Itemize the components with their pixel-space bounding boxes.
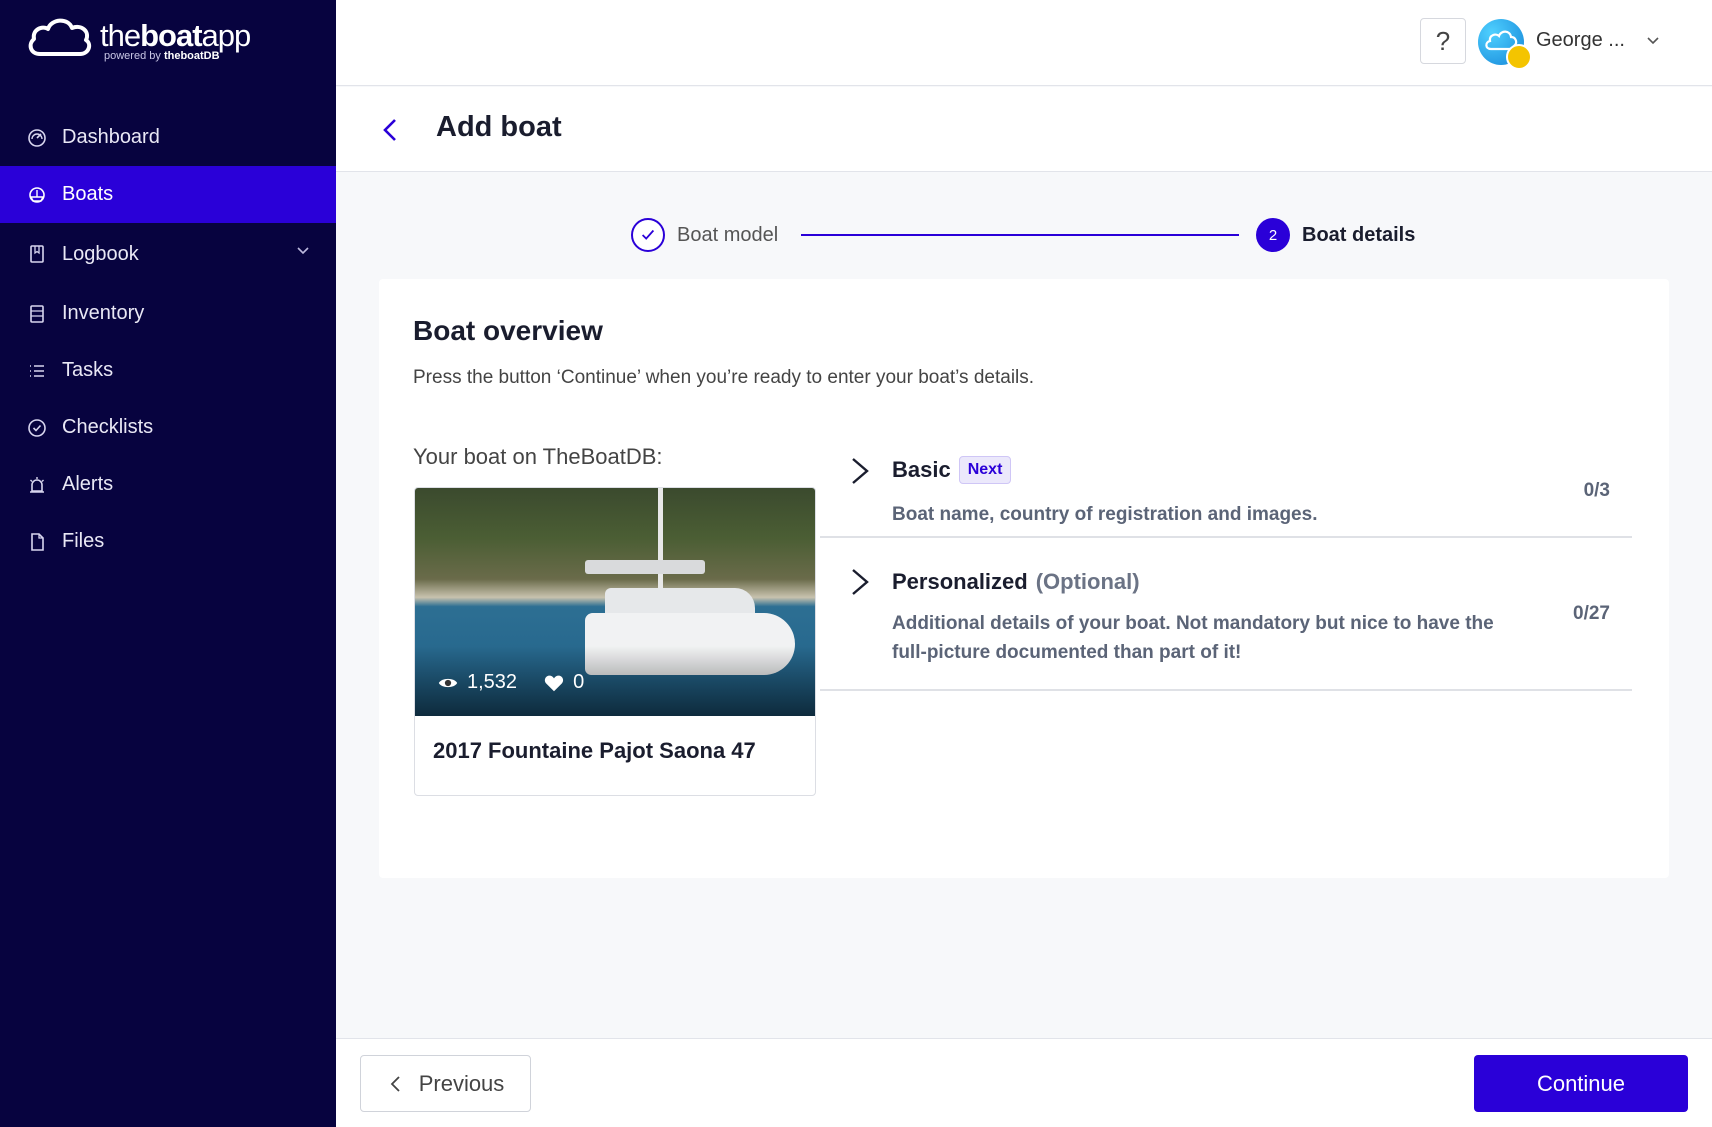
brand-name: theboatapp xyxy=(100,18,251,53)
sidebar-item-files[interactable]: Files xyxy=(0,513,336,570)
sidebar-item-label: Dashboard xyxy=(62,126,160,148)
inventory-icon xyxy=(27,304,47,324)
section-basic-count: 0/3 xyxy=(1583,480,1610,501)
chevron-right-icon[interactable] xyxy=(848,567,872,597)
sidebar-item-boats[interactable]: Boats xyxy=(0,166,336,223)
cloud-logo-icon xyxy=(28,18,92,56)
gauge-icon xyxy=(27,128,47,148)
section-personalized[interactable]: Personalized (Optional) Additional detai… xyxy=(820,541,1632,691)
boat-icon xyxy=(27,185,47,205)
stepper-connector xyxy=(801,234,1239,236)
boat-image: 1,532 0 xyxy=(415,488,815,716)
step-boat-details-label: Boat details xyxy=(1302,224,1416,246)
sidebar-item-alerts[interactable]: Alerts xyxy=(0,456,336,513)
file-icon xyxy=(27,532,47,552)
boat-name: 2017 Fountaine Pajot Saona 47 xyxy=(433,738,756,763)
user-name[interactable]: George ... xyxy=(1536,29,1625,52)
check-circle-icon xyxy=(27,418,47,438)
sidebar-nav: Dashboard Boats Logbook Inventory Tasks … xyxy=(0,109,336,570)
section-personalized-title: Personalized (Optional) xyxy=(892,569,1140,594)
overview-description: Press the button ‘Continue’ when you’re … xyxy=(413,367,1035,388)
heart-icon xyxy=(544,675,564,691)
sidebar-item-label: Tasks xyxy=(62,359,114,381)
chevron-down-icon[interactable] xyxy=(296,243,310,257)
avatar-badge xyxy=(1506,44,1532,70)
continue-button[interactable]: Continue xyxy=(1474,1055,1688,1112)
sidebar-item-dashboard[interactable]: Dashboard xyxy=(0,109,336,166)
views-count: 1,532 xyxy=(467,671,518,693)
sidebar-item-label: Checklists xyxy=(62,416,154,438)
help-button[interactable]: ? xyxy=(1420,18,1466,64)
page-title: Add boat xyxy=(436,111,562,143)
sidebar: theboatapp powered by theboatDB Dashboar… xyxy=(0,0,336,1127)
chevron-left-icon xyxy=(390,1075,400,1092)
boat-overview-card: Boat overview Press the button ‘Continue… xyxy=(379,279,1669,878)
optional-label: (Optional) xyxy=(1035,569,1140,594)
overview-title: Boat overview xyxy=(413,315,603,346)
chevron-right-icon[interactable] xyxy=(848,456,872,486)
sidebar-item-inventory[interactable]: Inventory xyxy=(0,285,336,342)
next-badge: Next xyxy=(958,456,1012,484)
sidebar-item-logbook[interactable]: Logbook xyxy=(0,223,336,285)
sidebar-item-label: Logbook xyxy=(62,242,139,265)
list-icon xyxy=(27,361,47,381)
sidebar-item-checklists[interactable]: Checklists xyxy=(0,399,336,456)
boat-stats: 1,532 0 xyxy=(437,671,584,694)
chevron-down-icon[interactable] xyxy=(1646,33,1660,47)
page-header: Add boat xyxy=(336,87,1712,172)
check-icon xyxy=(641,229,655,240)
likes-count: 0 xyxy=(573,671,585,693)
top-bar: ? George ... xyxy=(336,0,1712,86)
sidebar-item-label: Inventory xyxy=(62,302,145,324)
boat-card[interactable]: 1,532 0 2017 Fountaine Pajot Saona 47 xyxy=(414,487,816,796)
step-boat-model-indicator[interactable] xyxy=(631,218,665,252)
step-boat-details-indicator: 2 xyxy=(1256,218,1290,252)
section-personalized-count: 0/27 xyxy=(1573,603,1610,624)
brand-logo[interactable]: theboatapp powered by theboatDB xyxy=(26,16,251,62)
sidebar-item-label: Alerts xyxy=(62,473,114,495)
section-basic[interactable]: Basic Next Boat name, country of registr… xyxy=(820,442,1632,538)
section-basic-title: Basic Next xyxy=(892,456,1012,484)
boat-db-label: Your boat on TheBoatDB: xyxy=(413,444,663,469)
back-arrow-icon[interactable] xyxy=(376,115,406,145)
sidebar-item-label: Files xyxy=(62,530,105,552)
sidebar-item-label: Boats xyxy=(62,183,114,205)
section-basic-description: Boat name, country of registration and i… xyxy=(892,504,1318,525)
sidebar-item-tasks[interactable]: Tasks xyxy=(0,342,336,399)
previous-button[interactable]: Previous xyxy=(360,1055,531,1112)
book-icon xyxy=(27,244,47,264)
step-boat-model-label[interactable]: Boat model xyxy=(677,224,778,247)
alarm-icon xyxy=(27,475,47,495)
section-personalized-description: Additional details of your boat. Not man… xyxy=(892,613,1494,663)
footer-bar: Previous Continue xyxy=(336,1038,1712,1127)
eye-icon xyxy=(438,678,458,687)
